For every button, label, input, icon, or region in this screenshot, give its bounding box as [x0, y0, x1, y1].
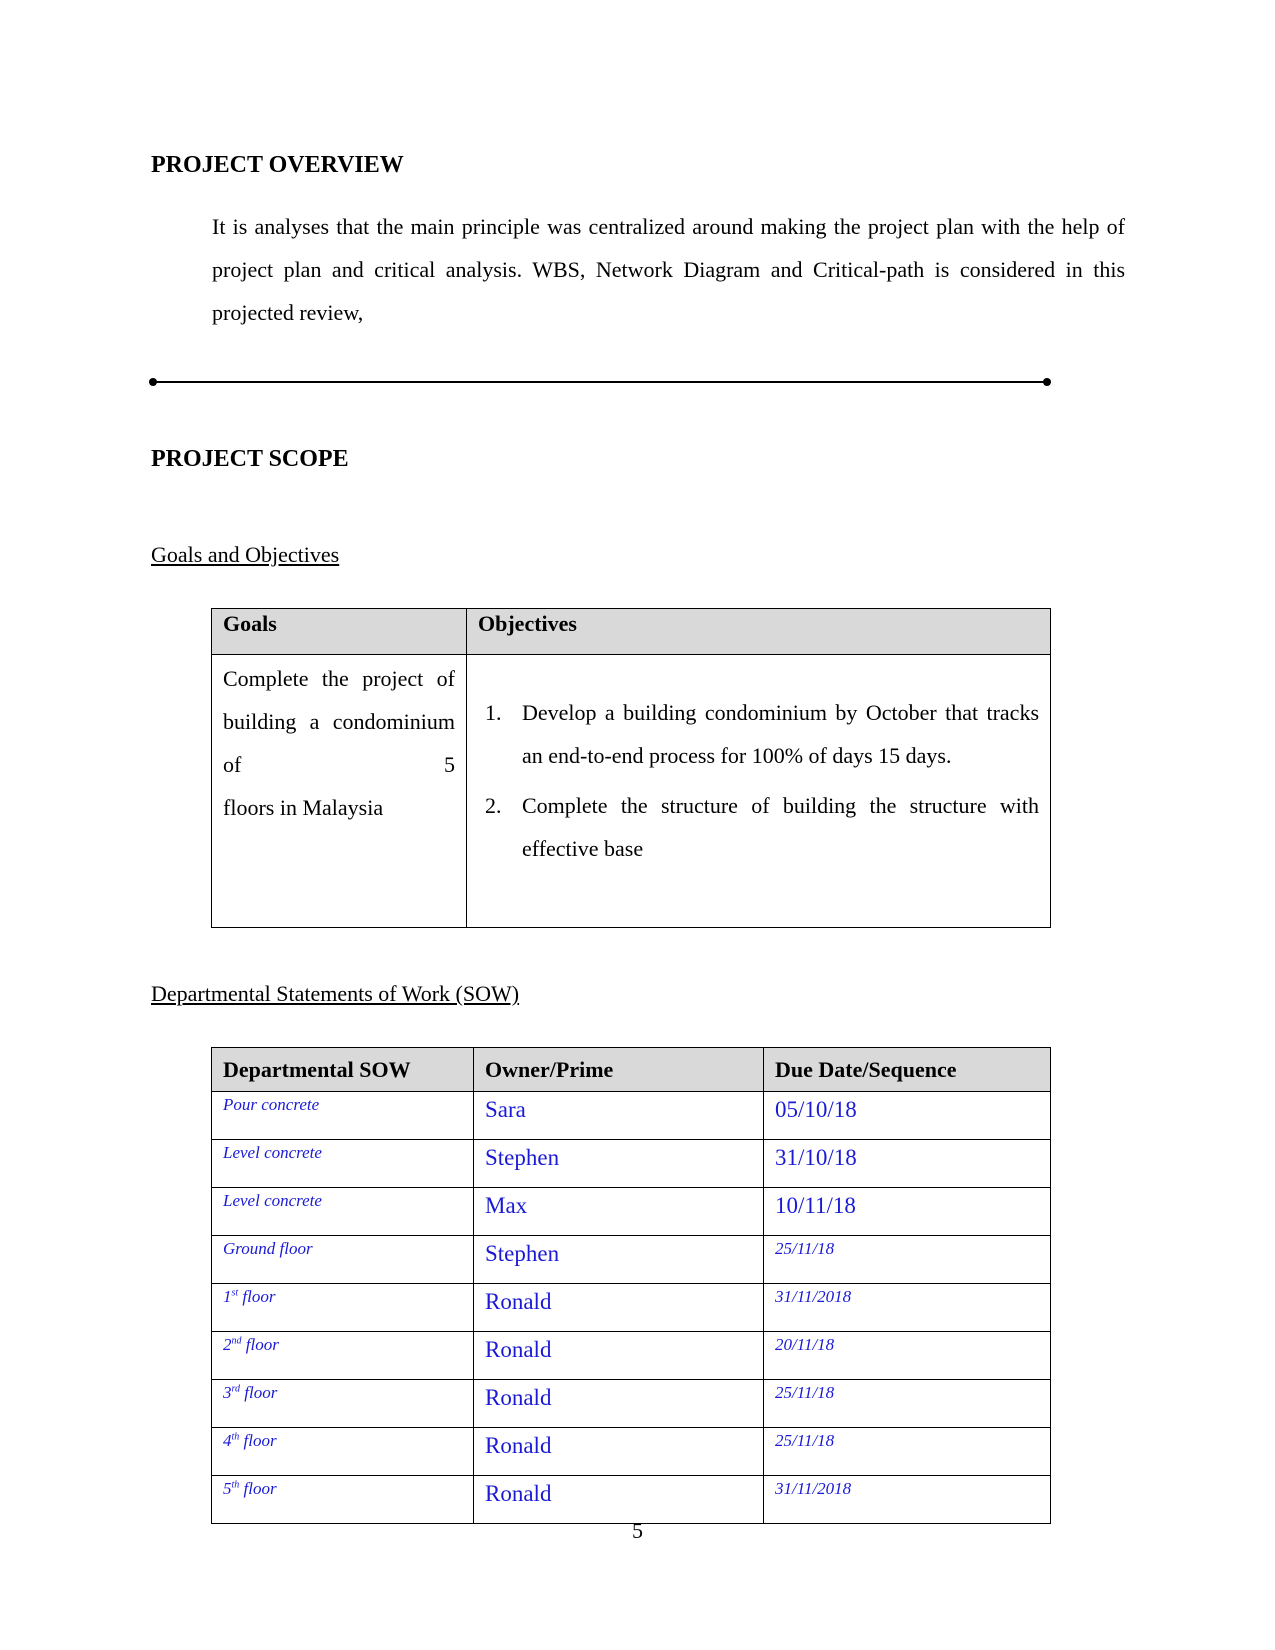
owner-cell: Ronald [473, 1475, 764, 1524]
sow-cell: 3rd floor [211, 1379, 474, 1428]
table-row: 1st floor Ronald 31/11/2018 [211, 1283, 1051, 1332]
owner-cell: Sara [473, 1091, 764, 1140]
sow-cell: Level concrete [211, 1139, 474, 1188]
sow-label: Level concrete [223, 1191, 322, 1210]
sow-label: 3 [223, 1383, 232, 1402]
owner-cell: Stephen [473, 1235, 764, 1284]
goal-cell: Complete the project of building a condo… [211, 654, 467, 928]
departmental-sow-table: Departmental SOW Owner/Prime Due Date/Se… [211, 1047, 1051, 1524]
owner-cell: Stephen [473, 1139, 764, 1188]
owner-cell: Max [473, 1187, 764, 1236]
sow-label: Ground floor [223, 1239, 313, 1258]
owner-cell: Ronald [473, 1427, 764, 1476]
objective-number: 2. [485, 793, 502, 818]
subheading-goals-objectives: Goals and Objectives [151, 542, 340, 567]
goal-text: Complete the project of building a condo… [223, 666, 455, 777]
objective-text: Complete the structure of building the s… [522, 793, 1039, 861]
sow-label-suffix: floor [239, 1431, 277, 1450]
sow-label: 5 [223, 1479, 232, 1498]
objectives-cell: 1. Develop a building condominium by Oct… [466, 654, 1051, 928]
sow-table-body: Pour concrete Sara 05/10/18 Level concrete S… [211, 1091, 1051, 1524]
due-date-cell: 25/11/18 [763, 1427, 1051, 1476]
column-header-due-date: Due Date/Sequence [763, 1047, 1051, 1092]
due-date-cell: 05/10/18 [763, 1091, 1051, 1140]
due-date-cell: 31/10/18 [763, 1139, 1051, 1188]
due-date-cell: 20/11/18 [763, 1331, 1051, 1380]
sow-label: 1 [223, 1287, 232, 1306]
sow-cell: 4th floor [211, 1427, 474, 1476]
sow-label-suffix: floor [241, 1335, 279, 1354]
table-row: 5th floor Ronald 31/11/2018 [211, 1475, 1051, 1524]
owner-cell: Ronald [473, 1283, 764, 1332]
ordinal-suffix: rd [231, 1383, 241, 1395]
table-row: 2nd floor Ronald 20/11/18 [211, 1331, 1051, 1380]
sow-label: Pour concrete [223, 1095, 320, 1114]
goal-text-last-line: floors in Malaysia [223, 795, 384, 820]
page-number: 5 [632, 1518, 643, 1543]
overview-paragraph: It is analyses that the main principle w… [212, 214, 1125, 325]
table-row: Level concrete Stephen 31/10/18 [211, 1139, 1051, 1188]
section-heading-project-overview: PROJECT OVERVIEW [151, 152, 404, 178]
table-row: 3rd floor Ronald 25/11/18 [211, 1379, 1051, 1428]
sow-cell: Pour concrete [211, 1091, 474, 1140]
owner-cell: Ronald [473, 1379, 764, 1428]
sow-label-suffix: floor [238, 1287, 276, 1306]
goals-objectives-table: Goals Objectives Complete the project of… [211, 608, 1051, 928]
ordinal-suffix: nd [231, 1335, 242, 1347]
sow-cell: 2nd floor [211, 1331, 474, 1380]
sow-cell: Ground floor [211, 1235, 474, 1284]
due-date-cell: 31/11/2018 [763, 1475, 1051, 1524]
due-date-cell: 25/11/18 [763, 1379, 1051, 1428]
table-header-row: Departmental SOW Owner/Prime Due Date/Se… [211, 1047, 1051, 1092]
objective-item: 2. Complete the structure of building th… [485, 784, 1039, 870]
sow-label-suffix: floor [240, 1383, 278, 1402]
document-page: PROJECT OVERVIEW It is analyses that the… [0, 0, 1275, 1650]
objective-item: 1. Develop a building condominium by Oct… [485, 691, 1039, 777]
column-header-departmental-sow: Departmental SOW [211, 1047, 474, 1092]
objective-text: Develop a building condominium by Octobe… [522, 700, 1039, 768]
sow-label-suffix: floor [239, 1479, 277, 1498]
table-header-row: Goals Objectives [211, 608, 1051, 655]
divider-endpoint-right [1043, 378, 1051, 386]
subheading-departmental-sow: Departmental Statements of Work (SOW) [151, 981, 520, 1006]
table-row: 4th floor Ronald 25/11/18 [211, 1427, 1051, 1476]
table-row: Pour concrete Sara 05/10/18 [211, 1091, 1051, 1140]
table-row: Complete the project of building a condo… [211, 654, 1051, 928]
due-date-cell: 31/11/2018 [763, 1283, 1051, 1332]
sow-label: 4 [223, 1431, 232, 1450]
column-header-objectives: Objectives [466, 608, 1051, 655]
due-date-cell: 10/11/18 [763, 1187, 1051, 1236]
column-header-goals: Goals [211, 608, 467, 655]
sow-cell: 5th floor [211, 1475, 474, 1524]
sow-label: 2 [223, 1335, 232, 1354]
sow-cell: 1st floor [211, 1283, 474, 1332]
table-row: Ground floor Stephen 25/11/18 [211, 1235, 1051, 1284]
table-row: Level concrete Max 10/11/18 [211, 1187, 1051, 1236]
divider-endpoint-left [149, 378, 157, 386]
due-date-cell: 25/11/18 [763, 1235, 1051, 1284]
sow-label: Level concrete [223, 1143, 322, 1162]
objective-number: 1. [485, 700, 502, 725]
section-heading-project-scope: PROJECT SCOPE [151, 446, 349, 472]
horizontal-divider [149, 378, 1051, 386]
owner-cell: Ronald [473, 1331, 764, 1380]
column-header-owner-prime: Owner/Prime [473, 1047, 764, 1092]
sow-cell: Level concrete [211, 1187, 474, 1236]
